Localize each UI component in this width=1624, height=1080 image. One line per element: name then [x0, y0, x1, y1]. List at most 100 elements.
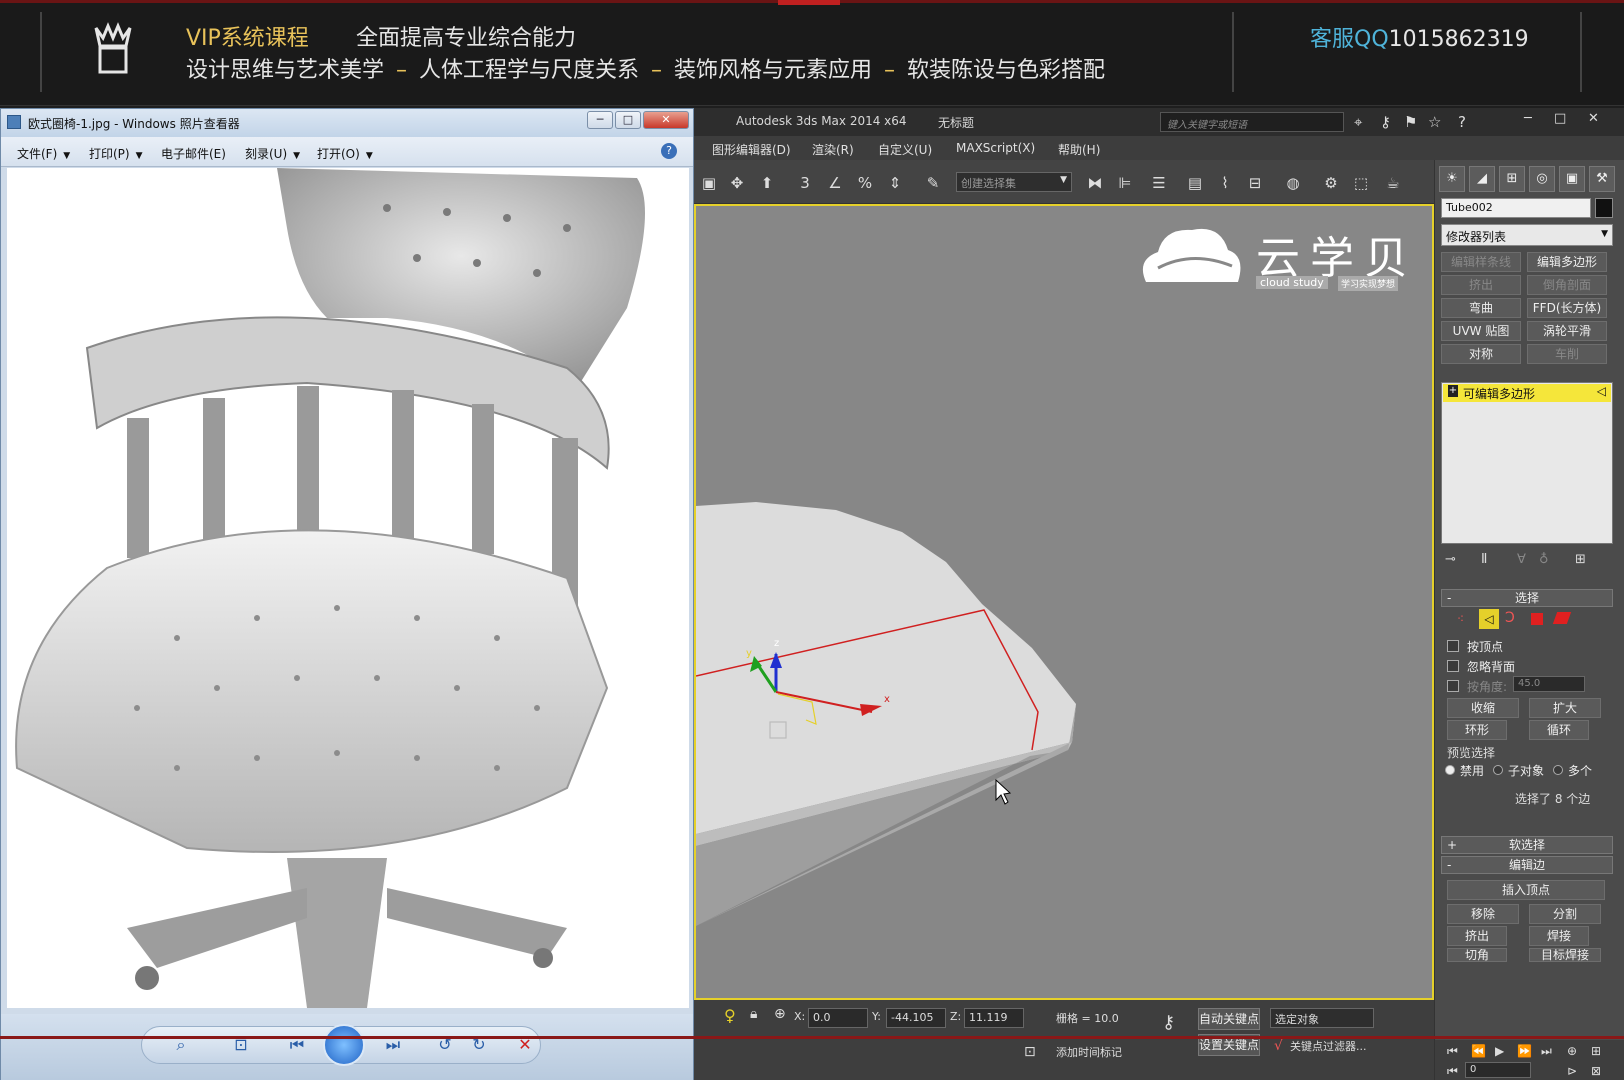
pivot-icon[interactable]: ✥ — [726, 172, 748, 194]
modifier-list-dropdown[interactable]: 修改器列表 — [1441, 224, 1613, 246]
minimize-button[interactable]: ─ — [1524, 111, 1532, 126]
ignore-backfacing-checkbox[interactable]: 忽略背面 — [1447, 658, 1515, 675]
key-mode-toggle-icon[interactable]: ⏮ — [1447, 1064, 1458, 1079]
communication-icon[interactable]: ⚑ — [1404, 113, 1417, 131]
key-mode-icon[interactable]: ⚷ — [1162, 1012, 1175, 1033]
menu-file[interactable]: 文件(F) ▼ — [17, 145, 70, 162]
pin-stack-icon[interactable]: ⊸ — [1445, 552, 1456, 567]
menu-email[interactable]: 电子邮件(E) — [161, 145, 226, 162]
menu-open[interactable]: 打开(O) ▼ — [317, 145, 373, 162]
target-weld-button[interactable]: 目标焊接 — [1529, 948, 1601, 962]
menu-burn[interactable]: 刻录(U) ▼ — [245, 145, 300, 162]
ffd-box-button[interactable]: FFD(长方体) — [1527, 298, 1607, 318]
remove-modifier-icon[interactable]: ♁ — [1539, 552, 1549, 567]
configure-modifier-sets-icon[interactable]: ⊞ — [1575, 552, 1586, 567]
max-search-input[interactable]: 键入关键字或短语 — [1160, 112, 1344, 132]
loop-button[interactable]: 循环 — [1529, 720, 1589, 740]
spinner-snap-icon[interactable]: ⇕ — [884, 172, 906, 194]
close-button[interactable]: ✕ — [1588, 111, 1599, 126]
uvw-map-button[interactable]: UVW 贴图 — [1441, 321, 1521, 341]
graphite-ribbon-icon[interactable]: ▤ — [1184, 172, 1206, 194]
rollout-soft-selection[interactable]: + 软选择 — [1441, 836, 1613, 854]
chamfer-button[interactable]: 切角 — [1447, 948, 1507, 962]
menu-customize[interactable]: 自定义(U) — [878, 141, 932, 158]
time-tag-icon[interactable]: ⊡ — [1024, 1044, 1036, 1060]
isolate-selection-icon[interactable]: ♀ — [724, 1006, 736, 1025]
maximize-button[interactable]: □ — [1554, 111, 1566, 126]
perspective-viewport[interactable]: z y x 云学贝 cloud study 学习实现梦想 — [694, 204, 1434, 1000]
tab-create[interactable]: ☀ — [1439, 166, 1465, 192]
x-coordinate-input[interactable]: 0.0 — [808, 1008, 868, 1028]
layer-manager-icon[interactable]: ☰ — [1148, 172, 1170, 194]
border-mode-icon[interactable]: Ↄ — [1505, 610, 1515, 626]
split-button[interactable]: 分割 — [1529, 904, 1601, 924]
edit-spline-button[interactable]: 编辑样条线 — [1441, 252, 1521, 272]
lathe-button[interactable]: 车削 — [1527, 344, 1607, 364]
viewer-titlebar[interactable]: 欧式圈椅-1.jpg - Windows 照片查看器 ─ □ ✕ — [1, 109, 693, 137]
make-unique-icon[interactable]: ∀ — [1517, 552, 1526, 567]
bend-button[interactable]: 弯曲 — [1441, 298, 1521, 318]
tab-utilities[interactable]: ⚒ — [1589, 166, 1615, 192]
tab-motion[interactable]: ◎ — [1529, 166, 1555, 192]
bevel-profile-button[interactable]: 倒角剖面 — [1527, 275, 1607, 295]
scale-icon[interactable]: ▣ — [698, 172, 720, 194]
element-mode-icon[interactable] — [1552, 612, 1572, 624]
minimize-button[interactable]: ─ — [587, 111, 613, 129]
y-coordinate-input[interactable]: -44.105 — [886, 1008, 946, 1028]
edit-named-selection-icon[interactable]: ✎ — [922, 172, 944, 194]
edge-subobject-icon[interactable]: ◁ — [1597, 384, 1606, 398]
rollout-edit-edges[interactable]: - 编辑边 — [1441, 856, 1613, 874]
menu-maxscript[interactable]: MAXScript(X) — [956, 141, 1035, 155]
curve-editor-icon[interactable]: ⌇ — [1214, 172, 1236, 194]
rendered-frame-icon[interactable]: ⬚ — [1350, 172, 1372, 194]
binoculars-icon[interactable]: ⌖ — [1354, 113, 1362, 131]
object-color-swatch[interactable] — [1595, 198, 1613, 218]
extrude-modifier-button[interactable]: 挤出 — [1441, 275, 1521, 295]
show-end-result-icon[interactable]: Ⅱ — [1481, 552, 1487, 567]
schematic-view-icon[interactable]: ⊟ — [1244, 172, 1266, 194]
zoom-viewport-icon[interactable]: ⊕ — [1567, 1044, 1577, 1058]
auto-key-button[interactable]: 自动关键点 — [1198, 1008, 1260, 1030]
edit-poly-button[interactable]: 编辑多边形 — [1527, 252, 1607, 272]
z-coordinate-input[interactable]: 11.119 — [964, 1008, 1024, 1028]
maximize-viewport-icon[interactable]: ⊠ — [1591, 1064, 1601, 1078]
current-frame-input[interactable]: 0 — [1465, 1062, 1531, 1078]
preview-multi-radio[interactable]: 多个 — [1553, 762, 1592, 779]
menu-print[interactable]: 打印(P) ▼ — [89, 145, 143, 162]
next-frame-icon[interactable]: ⏩ — [1517, 1044, 1532, 1058]
preview-off-radio[interactable]: 禁用 — [1445, 762, 1484, 779]
object-name-input[interactable]: Tube002 — [1441, 198, 1591, 218]
edge-mode-icon[interactable]: ◁ — [1479, 609, 1499, 629]
menu-help[interactable]: 帮助(H) — [1058, 141, 1100, 158]
render-production-icon[interactable]: ☕ — [1382, 172, 1404, 194]
render-setup-icon[interactable]: ⚙ — [1320, 172, 1342, 194]
remove-button[interactable]: 移除 — [1447, 904, 1519, 924]
weld-button[interactable]: 焊接 — [1529, 926, 1589, 946]
slideshow-play-button[interactable] — [323, 1024, 365, 1066]
zoom-all-icon[interactable]: ⊞ — [1591, 1044, 1601, 1058]
stack-item-editable-poly[interactable]: 可编辑多边形 — [1443, 384, 1611, 402]
field-of-view-icon[interactable]: ⊳ — [1567, 1064, 1577, 1078]
grow-button[interactable]: 扩大 — [1529, 698, 1601, 718]
set-key-filter-icon[interactable]: √ — [1274, 1038, 1283, 1054]
polygon-mode-icon[interactable] — [1531, 613, 1543, 625]
absolute-mode-icon[interactable]: ⊕ — [774, 1006, 786, 1022]
shrink-button[interactable]: 收缩 — [1447, 698, 1519, 718]
rollout-selection[interactable]: - 选择 — [1441, 589, 1613, 607]
tab-display[interactable]: ▣ — [1559, 166, 1585, 192]
menu-graph-editors[interactable]: 图形编辑器(D) — [712, 141, 791, 158]
key-selection-dropdown[interactable]: 选定对象 — [1270, 1008, 1374, 1028]
ring-button[interactable]: 环形 — [1447, 720, 1507, 740]
go-to-end-icon[interactable]: ⏭ — [1541, 1044, 1552, 1059]
percent-snap-icon[interactable]: % — [854, 172, 876, 194]
key-search-icon[interactable]: ⚷ — [1380, 113, 1391, 131]
max-titlebar[interactable]: Autodesk 3ds Max 2014 x64 无标题 键入关键字或短语 ⌖… — [694, 108, 1624, 136]
angle-snap-icon[interactable]: ∠ — [824, 172, 846, 194]
tab-hierarchy[interactable]: ⊞ — [1499, 166, 1525, 192]
favorites-star-icon[interactable]: ☆ — [1428, 113, 1441, 131]
material-editor-icon[interactable]: ◍ — [1282, 172, 1304, 194]
align-icon[interactable]: ⊫ — [1114, 172, 1136, 194]
symmetry-button[interactable]: 对称 — [1441, 344, 1521, 364]
maximize-button[interactable]: □ — [615, 111, 641, 129]
turbosmooth-button[interactable]: 涡轮平滑 — [1527, 321, 1607, 341]
